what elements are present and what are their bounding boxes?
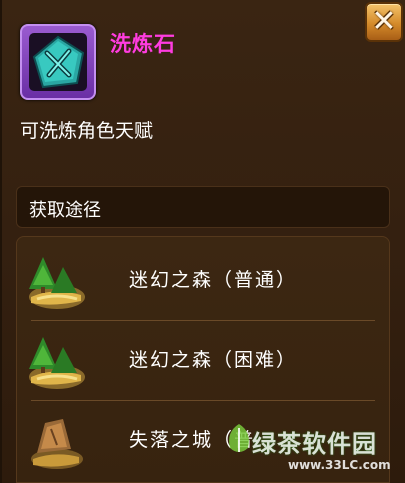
sources-section-title: 获取途径	[29, 200, 101, 221]
rune-stone-icon	[32, 35, 85, 89]
watermark-text: 绿茶软件园	[252, 430, 377, 458]
forest-scene-icon	[29, 337, 85, 389]
item-info-panel: ✕ 洗炼石 可洗炼角色天赋 获取途径 迷幻之森（普通） 迷幻之森（困难） 失落之…	[0, 0, 405, 483]
rock-scene-icon	[31, 419, 83, 469]
leaf-logo-icon	[229, 424, 249, 452]
site-watermark: 绿茶软件园 www.33LC.com	[224, 418, 405, 483]
item-icon	[29, 33, 87, 91]
source-row[interactable]: 迷幻之森（困难）	[17, 321, 389, 401]
sources-section-header: 获取途径	[16, 186, 390, 228]
watermark-url: www.33LC.com	[288, 458, 391, 472]
item-description: 可洗炼角色天赋	[20, 120, 154, 142]
close-icon: ✕	[371, 4, 397, 39]
source-row[interactable]: 迷幻之森（普通）	[17, 241, 389, 321]
close-button[interactable]: ✕	[365, 2, 403, 42]
source-label: 迷幻之森（困难）	[129, 349, 298, 371]
item-name: 洗炼石	[110, 32, 176, 56]
item-icon-frame	[20, 24, 96, 100]
source-label: 迷幻之森（普通）	[129, 269, 298, 291]
forest-scene-icon	[29, 257, 85, 309]
